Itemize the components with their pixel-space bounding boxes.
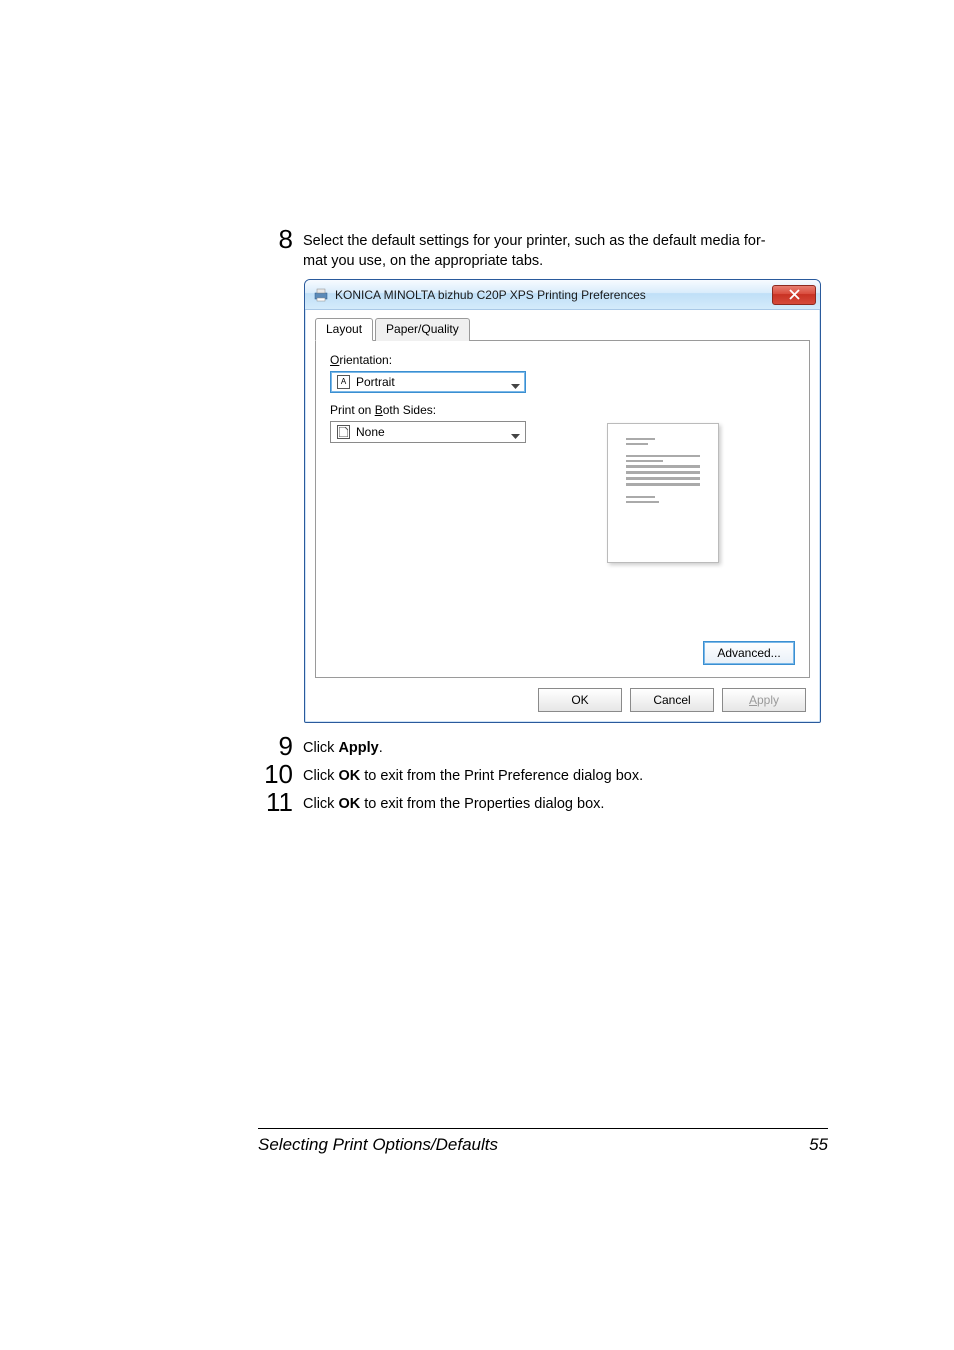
step-number-8: 8: [258, 226, 303, 252]
footer-title: Selecting Print Options/Defaults: [258, 1135, 498, 1155]
printing-preferences-dialog: KONICA MINOLTA bizhub C20P XPS Printing …: [304, 279, 821, 723]
page-preview: [607, 423, 719, 563]
dialog-titlebar: KONICA MINOLTA bizhub C20P XPS Printing …: [305, 280, 820, 310]
both-sides-value: None: [356, 425, 385, 439]
portrait-icon: A: [337, 375, 350, 389]
page-none-icon: [337, 425, 350, 439]
orientation-dropdown[interactable]: A Portrait: [330, 371, 526, 393]
step-number-10: 10: [258, 761, 303, 787]
advanced-button[interactable]: Advanced...: [703, 641, 795, 665]
step-number-11: 11: [258, 789, 303, 815]
tab-layout[interactable]: Layout: [315, 318, 373, 341]
orientation-label: Orientation:: [330, 353, 530, 367]
step-8-text: Select the default settings for your pri…: [303, 226, 828, 271]
apply-button[interactable]: Apply: [722, 688, 806, 712]
both-sides-label: Print on Both Sides:: [330, 403, 530, 417]
page-number: 55: [809, 1135, 828, 1155]
orientation-value: Portrait: [356, 375, 395, 389]
printer-icon: [313, 287, 329, 303]
ok-button[interactable]: OK: [538, 688, 622, 712]
step-9-text: Click Apply.: [303, 733, 828, 759]
close-button[interactable]: [772, 285, 816, 305]
both-sides-dropdown[interactable]: None: [330, 421, 526, 443]
step-11-text: Click OK to exit from the Properties dia…: [303, 789, 828, 815]
step-10-text: Click OK to exit from the Print Preferen…: [303, 761, 828, 787]
chevron-down-icon: [511, 379, 520, 393]
cancel-button[interactable]: Cancel: [630, 688, 714, 712]
chevron-down-icon: [511, 429, 520, 443]
step-number-9: 9: [258, 733, 303, 759]
tab-paper-quality[interactable]: Paper/Quality: [375, 318, 470, 341]
dialog-title: KONICA MINOLTA bizhub C20P XPS Printing …: [335, 288, 772, 302]
